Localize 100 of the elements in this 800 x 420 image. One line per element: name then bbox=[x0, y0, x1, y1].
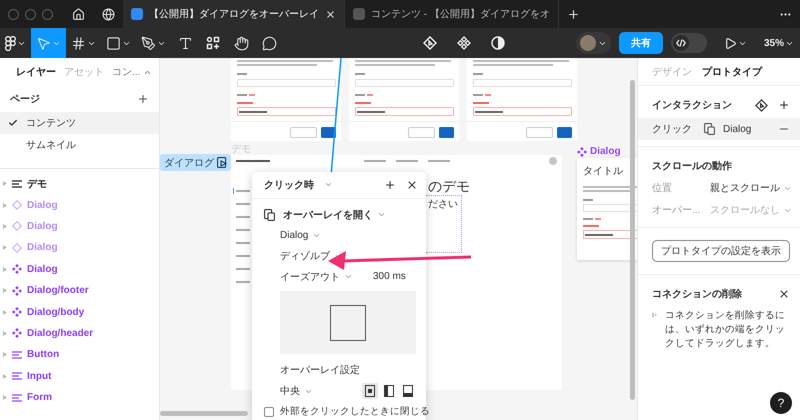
add-icon[interactable] bbox=[137, 93, 149, 105]
component-icon bbox=[577, 146, 587, 156]
play-icon bbox=[724, 36, 737, 50]
interaction-target: Dialog bbox=[723, 124, 752, 134]
diamond-icon bbox=[12, 221, 22, 232]
checkbox-label: 外部をクリックしたときに閉じる bbox=[280, 405, 430, 418]
layer-item[interactable]: Input bbox=[0, 366, 159, 387]
help-button[interactable]: ? bbox=[770, 392, 792, 414]
layer-item[interactable]: Dialog/body bbox=[0, 301, 159, 323]
close-icon[interactable] bbox=[406, 178, 418, 191]
add-icon[interactable] bbox=[384, 178, 396, 191]
panel-tab[interactable]: プロトタイプ bbox=[702, 64, 762, 78]
section-title: インタラクション bbox=[652, 99, 732, 112]
overlay-icon bbox=[264, 208, 275, 221]
component-icon bbox=[12, 286, 22, 296]
component-icon bbox=[12, 307, 22, 318]
section-title: コネクションの削除 bbox=[652, 288, 742, 301]
file-icon bbox=[353, 8, 365, 20]
field-label: 位置 bbox=[652, 182, 673, 195]
expand-arrow-icon bbox=[3, 374, 7, 379]
page-menu[interactable]: コン... bbox=[112, 65, 152, 79]
duration-field[interactable]: 300 ms bbox=[373, 271, 406, 282]
avatar bbox=[580, 35, 596, 51]
preview-square bbox=[330, 304, 366, 341]
layer-item[interactable]: Button bbox=[0, 344, 159, 366]
dev-mode-toggle[interactable] bbox=[670, 33, 707, 53]
prototype-settings-button[interactable]: プロトタイプの設定を表示 bbox=[652, 240, 790, 262]
page-item[interactable]: コンテンツ bbox=[0, 112, 159, 134]
position-option[interactable] bbox=[362, 383, 378, 399]
position-option[interactable] bbox=[400, 383, 416, 399]
interaction-row[interactable]: クリック Dialog bbox=[638, 118, 800, 140]
layer-item[interactable]: Dialog/header bbox=[0, 322, 159, 344]
file-tab[interactable]: 【公開用】ダイアログをオーバーレイ bbox=[123, 0, 345, 28]
hand-icon bbox=[234, 36, 248, 50]
body-text: ださい bbox=[428, 198, 458, 211]
expand-arrow-icon bbox=[3, 266, 7, 272]
pen-icon bbox=[141, 36, 156, 50]
close-icon[interactable] bbox=[778, 288, 790, 300]
pointer-icon bbox=[36, 36, 51, 50]
expand-arrow-icon bbox=[3, 288, 7, 294]
diamond-icon bbox=[12, 200, 22, 210]
pages-title: ページ bbox=[10, 93, 40, 106]
page-heading: のデモ bbox=[428, 178, 470, 196]
interaction-trigger: クリック bbox=[652, 123, 693, 136]
expand-arrow-icon bbox=[3, 330, 7, 336]
layer-item[interactable]: Dialog bbox=[0, 258, 159, 280]
auto-layout-icon bbox=[12, 180, 22, 188]
scrollbar[interactable] bbox=[630, 80, 635, 400]
window-button[interactable] bbox=[42, 8, 53, 20]
scrollbar[interactable] bbox=[160, 411, 248, 416]
rectangle-icon bbox=[106, 36, 121, 50]
user-menu-button[interactable] bbox=[576, 32, 611, 54]
add-icon[interactable] bbox=[778, 99, 790, 111]
layer-item[interactable]: デモ bbox=[0, 173, 159, 194]
auto-layout-icon bbox=[12, 372, 22, 380]
check-icon bbox=[8, 118, 18, 128]
layer-item[interactable]: Dialog/footer bbox=[0, 280, 159, 302]
panel-tab[interactable]: レイヤー bbox=[16, 65, 56, 79]
close-icon[interactable] bbox=[325, 8, 336, 20]
action-dropdown[interactable]: オーバーレイを開く bbox=[283, 208, 373, 222]
overlay-icon bbox=[704, 123, 715, 135]
home-icon bbox=[72, 8, 84, 20]
expand-arrow-icon bbox=[3, 245, 7, 250]
file-icon bbox=[131, 8, 143, 20]
zoom-menu[interactable]: 35% bbox=[764, 38, 794, 48]
checkbox[interactable] bbox=[264, 406, 274, 417]
component-icon bbox=[12, 264, 22, 274]
field-label: オーバー... bbox=[652, 204, 702, 217]
comment-icon bbox=[262, 36, 276, 50]
scroll-dropdown[interactable]: 親とスクロール bbox=[710, 181, 792, 195]
expand-arrow-icon bbox=[3, 352, 7, 358]
play-frame-icon bbox=[217, 157, 228, 168]
grid-shapes-icon bbox=[206, 36, 220, 50]
overlay-settings-title: オーバーレイ設定 bbox=[280, 364, 360, 378]
expand-arrow-icon bbox=[3, 181, 7, 186]
expand-arrow-icon bbox=[3, 224, 7, 229]
diamond-arrow-icon[interactable] bbox=[755, 98, 768, 112]
flow-start-tag[interactable]: ダイアログ bbox=[160, 154, 231, 171]
half-circle-icon bbox=[491, 36, 506, 50]
trigger-dropdown[interactable]: クリック時 bbox=[264, 178, 314, 192]
section-title: スクロールの動作 bbox=[652, 160, 732, 173]
component-icon bbox=[12, 328, 22, 338]
code-icon bbox=[676, 39, 686, 47]
animation-dropdown[interactable]: ディゾルブ bbox=[280, 249, 330, 264]
window-button[interactable] bbox=[8, 8, 19, 20]
left-position-icon bbox=[384, 385, 394, 397]
page-item[interactable]: サムネイル bbox=[0, 134, 159, 156]
expand-arrow-icon bbox=[3, 202, 7, 208]
destination-dropdown[interactable]: Dialog bbox=[280, 230, 308, 242]
expand-arrow-icon bbox=[3, 395, 7, 400]
easing-dropdown[interactable]: イーズアウト bbox=[280, 270, 340, 284]
logo-icon bbox=[5, 36, 16, 50]
auto-layout-icon bbox=[12, 350, 22, 359]
expand-arrow-icon bbox=[3, 310, 7, 315]
plus-icon bbox=[567, 8, 580, 20]
position-dropdown[interactable]: 中央 bbox=[280, 384, 300, 398]
component-label[interactable]: Dialog bbox=[577, 146, 621, 157]
layer-item[interactable]: Form bbox=[0, 386, 159, 408]
window-button[interactable] bbox=[25, 8, 36, 20]
auto-layout-icon bbox=[12, 394, 22, 402]
